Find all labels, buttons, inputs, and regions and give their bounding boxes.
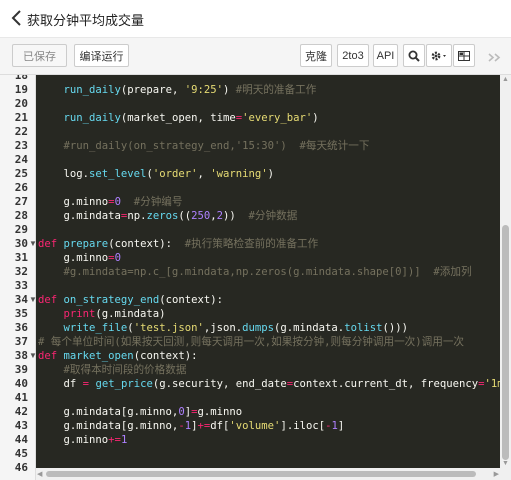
- code-line[interactable]: def market_open(context):: [38, 349, 500, 363]
- vertical-scrollbar[interactable]: ▲ ▼: [500, 75, 511, 468]
- line-number: 28: [14, 209, 28, 222]
- code-line[interactable]: g.mindata[g.minno,-1]+=df['volume'].iloc…: [38, 419, 500, 433]
- settings-button[interactable]: [426, 44, 452, 67]
- line-number: 31: [14, 251, 28, 264]
- code-line[interactable]: print(g.mindata): [38, 307, 500, 321]
- line-number: 41: [14, 391, 28, 404]
- scroll-right-arrow-icon[interactable]: ▶: [494, 470, 499, 478]
- code-line[interactable]: g.mindata=np.zeros((250,2)) #分钟数据: [38, 209, 500, 223]
- scroll-down-arrow-icon[interactable]: ▼: [502, 460, 509, 467]
- code-line[interactable]: run_daily(prepare, '9:25') #明天的准备工作: [38, 83, 500, 97]
- scroll-up-arrow-icon[interactable]: ▲: [502, 76, 509, 83]
- horizontal-scrollbar-thumb[interactable]: [46, 471, 476, 477]
- line-number: 18: [14, 75, 28, 82]
- fold-arrow-icon[interactable]: ▼: [29, 349, 37, 363]
- line-number: 24: [14, 153, 28, 166]
- layout-button[interactable]: [453, 44, 475, 67]
- line-number: 34: [14, 293, 28, 306]
- fold-arrow-icon[interactable]: ▼: [29, 237, 37, 251]
- double-chevron-right-icon[interactable]: [488, 53, 502, 62]
- saved-button[interactable]: 已保存: [12, 44, 67, 67]
- vertical-scrollbar-thumb[interactable]: [502, 225, 509, 460]
- search-icon: [408, 50, 420, 62]
- line-number: 42: [14, 405, 28, 418]
- title-bar: 获取分钟平均成交量: [0, 0, 511, 38]
- gear-icon: [431, 51, 446, 60]
- code-line[interactable]: g.minno+=1: [38, 433, 500, 447]
- code-line[interactable]: g.mindata[g.minno,0]=g.minno: [38, 405, 500, 419]
- code-line[interactable]: def on_strategy_end(context):: [38, 293, 500, 307]
- line-number: 19: [14, 83, 28, 96]
- line-number: 33: [14, 279, 28, 292]
- 2to3-button[interactable]: 2to3: [337, 44, 369, 67]
- code-line[interactable]: g.minno=0 #分钟编号: [38, 195, 500, 209]
- toolbar: 已保存 编译运行 克隆 2to3 API: [0, 38, 511, 75]
- line-number: 44: [14, 433, 28, 446]
- code-line[interactable]: g.minno=0: [38, 251, 500, 265]
- line-number: 35: [14, 307, 28, 320]
- line-number: 25: [14, 167, 28, 180]
- line-number: 46: [14, 461, 28, 474]
- line-number: 45: [14, 447, 28, 460]
- line-number: 38: [14, 349, 28, 362]
- scrollbar-corner: [500, 468, 511, 480]
- fold-arrow-icon[interactable]: ▼: [29, 293, 37, 307]
- code-line[interactable]: #run_daily(on_strategy_end,'15:30') #每天统…: [38, 139, 500, 153]
- back-chevron-icon[interactable]: [10, 9, 24, 27]
- line-number: 22: [14, 125, 28, 138]
- code-line[interactable]: #取得本时间段的价格数据: [38, 363, 500, 377]
- code-line[interactable]: #g.mindata=np.c_[g.mindata,np.zeros(g.mi…: [38, 265, 500, 279]
- search-button[interactable]: [403, 44, 425, 67]
- line-number: 23: [14, 139, 28, 152]
- line-number: 27: [14, 195, 28, 208]
- horizontal-scrollbar[interactable]: ◀ ▶: [36, 468, 500, 480]
- code-line[interactable]: df = get_price(g.security, end_date=cont…: [38, 377, 501, 391]
- code-line[interactable]: run_daily(market_open, time='every_bar'): [38, 111, 500, 125]
- compile-run-button[interactable]: 编译运行: [74, 44, 129, 67]
- line-number: 40: [14, 377, 28, 390]
- line-number: 32: [14, 265, 28, 278]
- clone-button[interactable]: 克隆: [300, 44, 332, 67]
- line-number: 30: [14, 237, 28, 250]
- line-number: 29: [14, 223, 28, 236]
- scroll-left-arrow-icon[interactable]: ◀: [37, 470, 42, 478]
- code-line[interactable]: log.set_level('order', 'warning'): [38, 167, 500, 181]
- page-title: 获取分钟平均成交量: [27, 13, 145, 28]
- line-number: 37: [14, 335, 28, 348]
- line-number: 36: [14, 321, 28, 334]
- layout-icon: [458, 50, 470, 61]
- code-line[interactable]: # 每个单位时间(如果按天回测,则每天调用一次,如果按分钟,则每分钟调用一次)调…: [38, 335, 500, 349]
- line-number: 39: [14, 363, 28, 376]
- line-number: 43: [14, 419, 28, 432]
- line-number: 21: [14, 111, 28, 124]
- code-line[interactable]: write_file('test.json',json.dumps(g.mind…: [38, 321, 500, 335]
- code-line[interactable]: def prepare(context): #执行策略检查前的准备工作: [38, 237, 500, 251]
- line-number: 26: [14, 181, 28, 194]
- code-editor[interactable]: 18 19 20 21 22 23 24 25 26 27 28 29 30 ▼ 31 32 33 34 ▼ 35 36…: [0, 75, 511, 480]
- api-button[interactable]: API: [373, 44, 398, 67]
- line-number: 20: [14, 97, 28, 110]
